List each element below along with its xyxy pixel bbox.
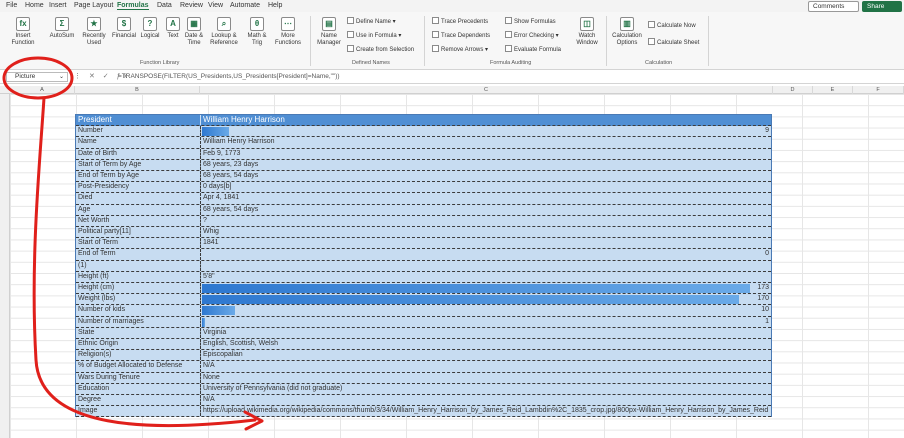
annotation-circle bbox=[2, 56, 74, 100]
red-annotation bbox=[2, 56, 264, 431]
annotation-arrow-line bbox=[32, 96, 257, 428]
